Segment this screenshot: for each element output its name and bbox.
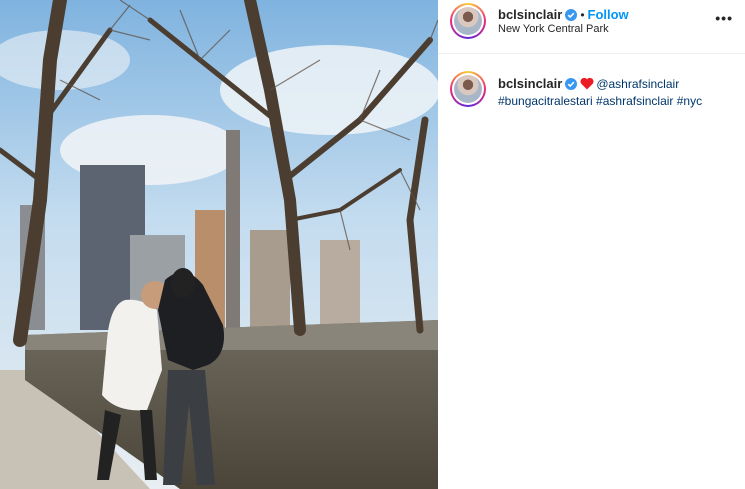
caption-first-line: bclsinclair @ashrafsinclair bbox=[498, 76, 679, 93]
caption-avatar[interactable] bbox=[450, 71, 486, 107]
location-link[interactable]: New York Central Park bbox=[498, 23, 609, 35]
red-heart-icon bbox=[580, 77, 594, 93]
post-photo[interactable] bbox=[0, 0, 438, 489]
mention-link[interactable]: @ashrafsinclair bbox=[596, 77, 679, 91]
username-link[interactable]: bclsinclair bbox=[498, 7, 562, 22]
post-header: bclsinclair • Follow New York Central Par… bbox=[438, 0, 745, 54]
more-options-icon[interactable]: ••• bbox=[715, 10, 733, 26]
caption-username-link[interactable]: bclsinclair bbox=[498, 76, 562, 91]
avatar[interactable] bbox=[450, 3, 486, 39]
follow-button[interactable]: Follow bbox=[588, 7, 629, 22]
separator-dot: • bbox=[580, 8, 585, 22]
avatar-image bbox=[454, 7, 482, 35]
post-image bbox=[0, 0, 438, 489]
caption-hashtags[interactable]: #bungacitralestari #ashrafsinclair #nyc bbox=[498, 94, 702, 108]
post-side-panel: bclsinclair • Follow New York Central Par… bbox=[438, 0, 745, 489]
verified-badge-icon bbox=[565, 78, 578, 93]
avatar-image bbox=[454, 75, 482, 103]
